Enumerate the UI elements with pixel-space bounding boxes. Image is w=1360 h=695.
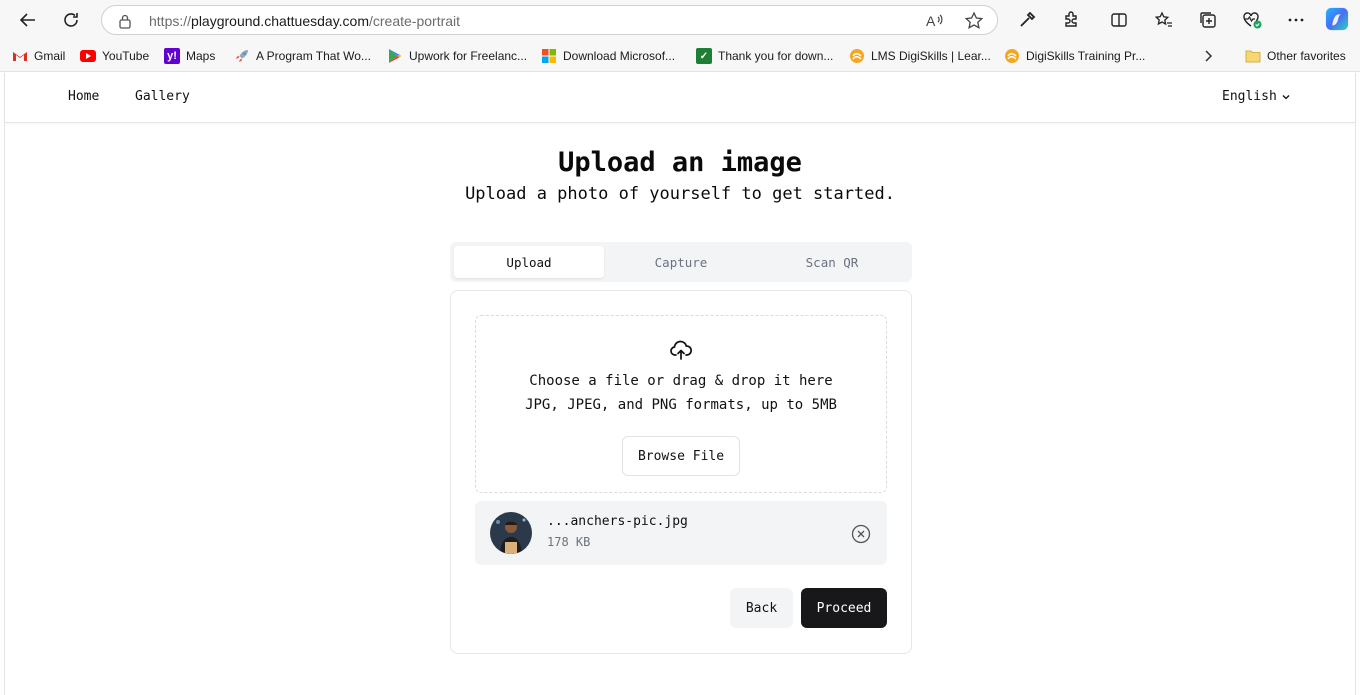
collections-icon[interactable] xyxy=(1196,8,1220,32)
url-scheme: https:// xyxy=(149,13,192,29)
more-options-icon[interactable] xyxy=(1284,8,1308,32)
language-label: English xyxy=(1222,89,1277,104)
tab-scan-qr[interactable]: Scan QR xyxy=(757,246,907,278)
dropzone-formats: JPG, JPEG, and PNG formats, up to 5MB xyxy=(525,397,837,413)
bookmark-program[interactable]: A Program That Wo... xyxy=(234,48,371,64)
favorites-bar: Gmail YouTube y! Maps A Program That Wo.… xyxy=(0,40,1360,72)
bookmark-label: LMS DigiSkills | Lear... xyxy=(871,49,991,63)
browser-essentials-icon[interactable] xyxy=(1240,8,1264,32)
bookmark-label: YouTube xyxy=(102,49,150,63)
microsoft-icon xyxy=(541,48,557,64)
favorite-star-icon[interactable] xyxy=(964,11,984,36)
digiskills-icon xyxy=(1004,48,1020,64)
bookmark-label: Download Microsof... xyxy=(563,49,676,63)
address-bar[interactable]: https://playground.chattuesday.com/creat… xyxy=(101,5,998,35)
remove-file-icon[interactable] xyxy=(851,524,871,549)
copilot-icon[interactable] xyxy=(1325,7,1349,31)
site-navbar: Home Gallery English xyxy=(5,73,1355,123)
bookmark-upwork[interactable]: Upwork for Freelanc... xyxy=(387,48,527,64)
dropzone-instructions: Choose a file or drag & drop it here xyxy=(529,373,833,389)
other-favorites-label: Other favorites xyxy=(1267,49,1346,63)
nav-home-link[interactable]: Home xyxy=(68,89,99,104)
bookmark-digiskills-training[interactable]: DigiSkills Training Pr... xyxy=(1004,48,1145,64)
bookmark-thank-you[interactable]: ✓ Thank you for down... xyxy=(696,48,833,64)
yahoo-icon: y! xyxy=(164,48,180,64)
chevron-down-icon xyxy=(1282,94,1290,99)
bookmark-label: Thank you for down... xyxy=(718,49,834,63)
page-title: Upload an image xyxy=(558,147,802,178)
refresh-icon[interactable] xyxy=(59,8,83,32)
page-content: Home Gallery English Upload an image Upl… xyxy=(4,73,1356,695)
browser-toolbar: https://playground.chattuesday.com/creat… xyxy=(0,0,1360,40)
bookmark-label: DigiSkills Training Pr... xyxy=(1026,49,1146,63)
file-name: ...anchers-pic.jpg xyxy=(547,514,688,529)
gmail-icon xyxy=(12,48,28,64)
back-arrow-icon[interactable] xyxy=(16,8,40,32)
folder-icon xyxy=(1245,48,1261,64)
chevron-right-icon[interactable] xyxy=(1200,48,1216,69)
bookmark-youtube[interactable]: YouTube xyxy=(80,48,149,64)
url-text[interactable]: https://playground.chattuesday.com/creat… xyxy=(149,13,460,29)
file-size: 178 KB xyxy=(547,535,591,549)
favorites-list-icon[interactable] xyxy=(1152,8,1176,32)
upload-card: Choose a file or drag & drop it here JPG… xyxy=(450,290,912,654)
page-subtitle: Upload a photo of yourself to get starte… xyxy=(465,184,895,204)
uploaded-file-item: ...anchers-pic.jpg 178 KB xyxy=(475,501,887,565)
eyedropper-icon[interactable] xyxy=(1015,8,1039,32)
extensions-icon[interactable] xyxy=(1059,8,1083,32)
proceed-button[interactable]: Proceed xyxy=(801,588,887,628)
cloud-upload-icon xyxy=(669,338,693,367)
dropzone[interactable]: Choose a file or drag & drop it here JPG… xyxy=(475,315,887,493)
bookmark-label: Upwork for Freelanc... xyxy=(409,49,528,63)
nav-gallery-link[interactable]: Gallery xyxy=(135,89,190,104)
browse-file-button[interactable]: Browse File xyxy=(622,436,740,476)
url-path: /create-portrait xyxy=(369,13,461,29)
youtube-icon xyxy=(80,48,96,64)
lock-icon[interactable] xyxy=(118,13,132,34)
tab-capture[interactable]: Capture xyxy=(606,246,756,278)
read-aloud-icon[interactable]: A xyxy=(925,12,945,35)
svg-text:A: A xyxy=(926,13,936,29)
other-favorites[interactable]: Other favorites xyxy=(1245,48,1346,64)
back-button[interactable]: Back xyxy=(730,588,793,628)
url-host: playground.chattuesday.com xyxy=(191,13,369,29)
language-selector[interactable]: English xyxy=(1222,89,1291,104)
rocket-icon xyxy=(234,48,250,64)
bookmark-label: A Program That Wo... xyxy=(256,49,371,63)
bookmark-label: Maps xyxy=(186,49,216,63)
digiskills-icon xyxy=(849,48,865,64)
split-screen-icon[interactable] xyxy=(1107,8,1131,32)
spreadsheet-icon: ✓ xyxy=(696,48,712,64)
bookmark-microsoft[interactable]: Download Microsof... xyxy=(541,48,675,64)
bookmark-lms-digiskills[interactable]: LMS DigiSkills | Lear... xyxy=(849,48,991,64)
bookmark-gmail[interactable]: Gmail xyxy=(12,48,65,64)
play-store-icon xyxy=(387,48,403,64)
bookmark-label: Gmail xyxy=(34,49,66,63)
upload-method-tabs: Upload Capture Scan QR xyxy=(450,242,912,282)
file-thumbnail xyxy=(490,512,532,554)
bookmark-maps[interactable]: y! Maps xyxy=(164,48,215,64)
tab-upload[interactable]: Upload xyxy=(454,246,604,278)
